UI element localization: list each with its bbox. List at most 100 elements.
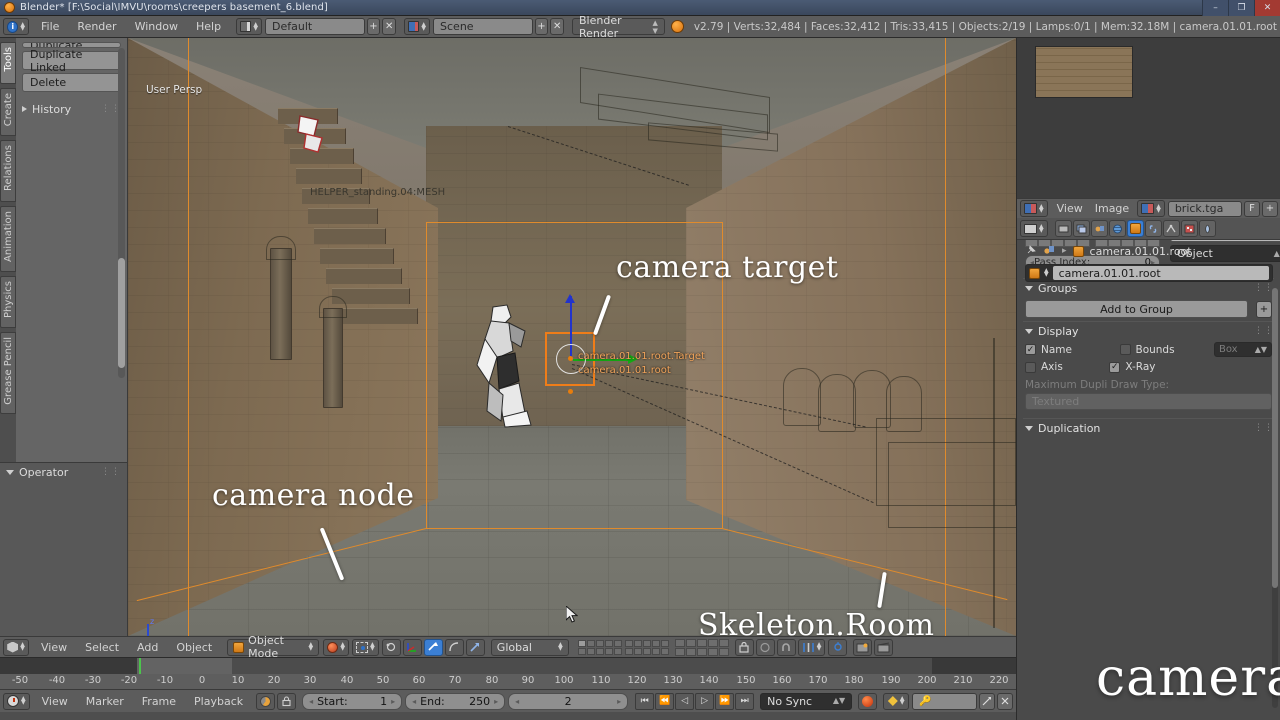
- properties-scrollbar[interactable]: [1272, 288, 1278, 708]
- end-frame-field[interactable]: ◂ End: 250 ▸: [405, 692, 506, 710]
- manipulator-toggle[interactable]: [381, 638, 401, 656]
- object-name-field[interactable]: ▲ ▼ camera.01.01.root: [1025, 264, 1273, 282]
- image-menu-image[interactable]: Image: [1089, 199, 1135, 219]
- menu-render[interactable]: Render: [68, 16, 125, 38]
- editor-type-selector[interactable]: ▲ ▼: [1020, 200, 1048, 217]
- fake-user-button[interactable]: F: [1244, 200, 1260, 217]
- bounds-type-select[interactable]: Box ▲▼: [1214, 342, 1272, 357]
- record-button[interactable]: [858, 692, 878, 710]
- screen-layout-field[interactable]: Default: [265, 18, 365, 35]
- image-browse-button[interactable]: ▲ ▼: [1137, 200, 1165, 217]
- pin-icon[interactable]: [1025, 244, 1037, 259]
- layer-group-3[interactable]: [674, 638, 729, 656]
- editor-type-selector[interactable]: ▲ ▼: [3, 692, 30, 710]
- scene-icon-button[interactable]: ▲ ▼: [404, 18, 431, 35]
- close-button[interactable]: ✕: [1254, 0, 1280, 16]
- render-engine-selector[interactable]: Blender Render ▲ ▼: [572, 14, 665, 40]
- display-header[interactable]: Display ⋮⋮: [1023, 322, 1274, 340]
- add-group-plus-button[interactable]: +: [1256, 300, 1272, 318]
- delete-button[interactable]: Delete: [22, 73, 121, 92]
- manipulator-arrow-button[interactable]: [465, 638, 485, 656]
- tab-object[interactable]: [1126, 220, 1144, 237]
- pivot-point-selector[interactable]: ▲ ▼: [352, 638, 379, 656]
- add-layout-button[interactable]: +: [366, 18, 381, 35]
- render-opengl-animation-button[interactable]: [874, 638, 894, 656]
- duplicate-linked-button[interactable]: Duplicate Linked: [22, 48, 121, 74]
- viewport-menu-object[interactable]: Object: [167, 636, 221, 658]
- next-keyframe-button[interactable]: ⏩: [715, 692, 735, 710]
- lock-timeline-button[interactable]: [277, 692, 297, 710]
- menu-window[interactable]: Window: [126, 16, 187, 38]
- image-name-field[interactable]: brick.tga: [1167, 200, 1242, 217]
- interaction-mode-selector[interactable]: Object Mode ▲ ▼: [227, 634, 320, 660]
- sync-mode-select[interactable]: No Sync ▲▼: [760, 692, 853, 710]
- sidebar-item-physics[interactable]: Physics: [0, 276, 16, 328]
- rotate-manipulator-button[interactable]: [423, 638, 443, 656]
- viewport-3d[interactable]: camera.01.01.root.Target camera.01.01.ro…: [0, 38, 1016, 636]
- image-editor-canvas[interactable]: [1017, 38, 1280, 198]
- insert-keyframe-button[interactable]: [979, 692, 995, 710]
- maximize-button[interactable]: ❐: [1228, 0, 1254, 16]
- layer-group-1[interactable]: [577, 639, 622, 655]
- start-frame-field[interactable]: ◂ Start: 1 ▸: [302, 692, 403, 710]
- keying-set-selector[interactable]: ▲ ▼: [883, 692, 910, 710]
- tab-render-layers[interactable]: [1072, 220, 1090, 237]
- prev-keyframe-button[interactable]: ⏪: [655, 692, 675, 710]
- timeline-ruler[interactable]: -50 -40 -30 -20 -10 0 10 20 30 40 50 60 …: [0, 674, 1016, 690]
- proportional-edit-button[interactable]: [755, 638, 775, 656]
- add-to-group-button[interactable]: Add to Group: [1025, 300, 1248, 318]
- viewport-menu-select[interactable]: Select: [76, 636, 128, 658]
- timeline-menu-marker[interactable]: Marker: [77, 690, 133, 712]
- display-name-toggle[interactable]: Name: [1025, 344, 1114, 356]
- editor-type-selector[interactable]: ▲ ▼: [3, 638, 29, 656]
- snap-element-selector[interactable]: ▲ ▼: [797, 638, 826, 656]
- scale-manipulator-button[interactable]: [444, 638, 464, 656]
- menu-file[interactable]: File: [32, 16, 68, 38]
- display-xray-toggle[interactable]: X-Ray: [1109, 361, 1187, 373]
- tool-shelf-scrollbar[interactable]: [118, 48, 125, 378]
- object-name-value[interactable]: camera.01.01.root: [1052, 266, 1269, 280]
- lock-camera-button[interactable]: [734, 638, 754, 656]
- auto-keyframe-button[interactable]: [256, 692, 276, 710]
- snap-magnet-button[interactable]: [776, 638, 796, 656]
- tab-texture[interactable]: [1198, 220, 1216, 237]
- viewport-menu-view[interactable]: View: [32, 636, 76, 658]
- max-dupli-draw-type-select[interactable]: Textured: [1025, 393, 1272, 410]
- delete-keyframe-button[interactable]: [997, 692, 1013, 710]
- render-opengl-image-button[interactable]: [853, 638, 873, 656]
- menu-help[interactable]: Help: [187, 16, 230, 38]
- play-button[interactable]: ▷: [695, 692, 715, 710]
- tab-world[interactable]: [1108, 220, 1126, 237]
- scene-layers-widget[interactable]: [577, 639, 669, 655]
- jump-start-button[interactable]: ⏮: [635, 692, 655, 710]
- tab-render[interactable]: [1054, 220, 1072, 237]
- tab-scene[interactable]: [1090, 220, 1108, 237]
- sidebar-item-animation[interactable]: Animation: [0, 206, 16, 272]
- new-image-button[interactable]: +: [1262, 200, 1278, 217]
- delete-layout-button[interactable]: ✕: [382, 18, 397, 35]
- layer-group-2[interactable]: [624, 639, 669, 655]
- tab-constraints[interactable]: [1144, 220, 1162, 237]
- image-menu-view[interactable]: View: [1051, 199, 1089, 219]
- sidebar-item-create[interactable]: Create: [0, 88, 16, 136]
- editor-type-selector[interactable]: i ▲ ▼: [3, 18, 29, 35]
- operator-panel-header[interactable]: Operator ⋮⋮: [0, 463, 127, 481]
- snap-target-button[interactable]: [828, 638, 848, 656]
- timeline-menu-frame[interactable]: Frame: [133, 690, 185, 712]
- duplication-header[interactable]: Duplication ⋮⋮: [1023, 419, 1274, 437]
- add-scene-button[interactable]: +: [534, 18, 549, 35]
- viewport-menu-add[interactable]: Add: [128, 636, 167, 658]
- keying-set-field[interactable]: 🔑: [912, 692, 977, 710]
- sidebar-item-grease-pencil[interactable]: Grease Pencil: [0, 332, 16, 414]
- viewport-shading-selector[interactable]: ▲ ▼: [323, 638, 350, 656]
- display-bounds-toggle[interactable]: Bounds: [1119, 344, 1209, 356]
- timeline-menu-playback[interactable]: Playback: [185, 690, 252, 712]
- delete-scene-button[interactable]: ✕: [550, 18, 565, 35]
- jump-end-button[interactable]: ⏭: [735, 692, 755, 710]
- scene-field[interactable]: Scene: [433, 18, 533, 35]
- sidebar-item-relations[interactable]: Relations: [0, 140, 16, 202]
- scrollbar-thumb[interactable]: [1272, 288, 1278, 588]
- play-reverse-button[interactable]: ◁: [675, 692, 695, 710]
- current-frame-field[interactable]: ◂ 2 ▸: [508, 692, 629, 710]
- display-axis-toggle[interactable]: Axis: [1025, 361, 1103, 373]
